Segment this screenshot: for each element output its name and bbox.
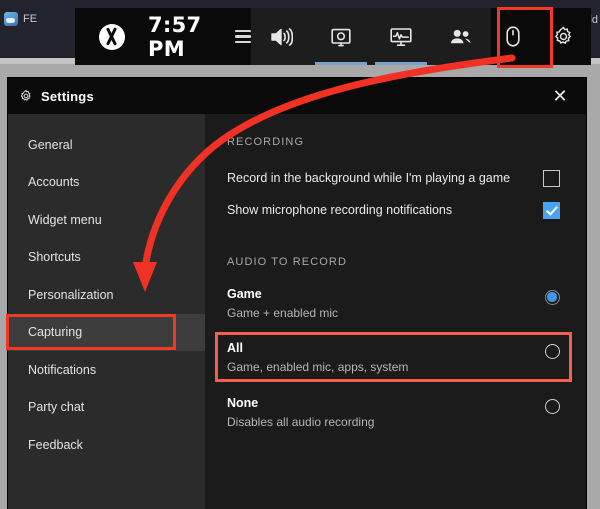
audio-option-none-radio[interactable] <box>545 399 560 414</box>
xbox-game-bar: 7:57 PM <box>75 8 592 65</box>
capturing-highlight-box <box>6 314 176 350</box>
sidebar-item-label: Party chat <box>28 400 85 415</box>
setting-label: Record in the background while I'm playi… <box>227 171 511 185</box>
resources-icon[interactable] <box>491 8 536 65</box>
show-mic-notifications-checkbox[interactable] <box>543 201 560 219</box>
audio-to-record-section: AUDIO TO RECORD Game Game + enabled mic … <box>227 256 560 437</box>
hamburger-menu-icon[interactable] <box>235 26 252 48</box>
audio-option-subtitle: Game, enabled mic, apps, system <box>227 360 409 374</box>
content-scrollbar[interactable] <box>581 150 586 508</box>
audio-option-none[interactable]: None Disables all audio recording <box>227 391 560 437</box>
settings-flyout: Settings ✕ General Accounts Widget menu … <box>8 78 586 509</box>
cloud-icon <box>4 12 18 26</box>
audio-option-title: Game <box>227 287 262 301</box>
game-bar-icon-group <box>251 8 592 65</box>
audio-option-subtitle: Game + enabled mic <box>227 306 339 320</box>
sidebar-item-label: General <box>28 137 73 152</box>
sidebar-item-widget-menu[interactable]: Widget menu <box>8 201 205 239</box>
audio-option-all[interactable]: All Game, enabled mic, apps, system <box>227 336 560 382</box>
settings-sidebar: General Accounts Widget menu Shortcuts P… <box>8 114 205 509</box>
sidebar-item-general[interactable]: General <box>8 126 205 164</box>
settings-titlebar: Settings ✕ <box>8 78 586 114</box>
audio-option-game-radio[interactable] <box>545 290 560 305</box>
sidebar-item-label: Feedback <box>28 437 83 452</box>
performance-icon[interactable] <box>371 8 431 65</box>
xbox-social-icon[interactable] <box>431 8 491 65</box>
sidebar-item-party-chat[interactable]: Party chat <box>8 389 205 427</box>
audio-option-title: None <box>227 396 259 410</box>
audio-section-label: AUDIO TO RECORD <box>227 256 347 268</box>
sidebar-item-accounts[interactable]: Accounts <box>8 164 205 202</box>
setting-record-in-background[interactable]: Record in the background while I'm playi… <box>227 162 560 194</box>
capture-icon[interactable] <box>311 8 371 65</box>
recording-section-label: RECORDING <box>227 136 305 148</box>
setting-label: Show microphone recording notifications <box>227 203 453 217</box>
settings-content-pane: RECORDING Record in the background while… <box>205 114 586 509</box>
sidebar-item-shortcuts[interactable]: Shortcuts <box>8 239 205 277</box>
game-bar-left-group: 7:57 PM <box>75 8 252 65</box>
setting-show-mic-notifications[interactable]: Show microphone recording notifications <box>227 194 560 226</box>
sidebar-item-label: Accounts <box>28 175 80 190</box>
sidebar-item-notifications[interactable]: Notifications <box>8 351 205 389</box>
browser-tab-left[interactable]: FE <box>4 12 37 26</box>
audio-icon[interactable] <box>251 8 311 65</box>
record-in-background-checkbox[interactable] <box>543 169 560 187</box>
sidebar-item-feedback[interactable]: Feedback <box>8 426 205 464</box>
settings-gear-icon[interactable] <box>535 8 592 65</box>
sidebar-item-label: Notifications <box>28 362 97 377</box>
audio-option-all-radio[interactable] <box>545 344 560 359</box>
sidebar-item-label: Shortcuts <box>28 250 81 265</box>
settings-body: General Accounts Widget menu Shortcuts P… <box>8 114 586 509</box>
sidebar-item-label: Widget menu <box>28 212 102 227</box>
gear-icon <box>19 89 33 103</box>
xbox-logo-icon[interactable] <box>99 23 125 50</box>
audio-option-title: All <box>227 341 243 355</box>
sidebar-item-personalization[interactable]: Personalization <box>8 276 205 314</box>
game-bar-clock: 7:57 PM <box>148 12 202 61</box>
settings-title: Settings <box>41 88 94 104</box>
close-icon[interactable]: ✕ <box>540 78 580 114</box>
audio-option-game[interactable]: Game Game + enabled mic <box>227 282 560 328</box>
browser-tab-left-label: FE <box>23 13 38 25</box>
audio-option-subtitle: Disables all audio recording <box>227 415 375 429</box>
sidebar-item-label: Personalization <box>28 287 114 302</box>
